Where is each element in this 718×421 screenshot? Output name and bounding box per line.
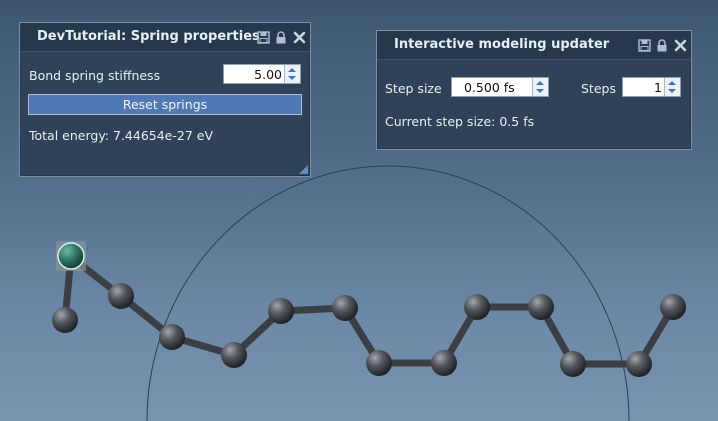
- modeling-updater-panel: Interactive modeling updater Step size 0…: [376, 30, 692, 150]
- step-size-spin-arrows[interactable]: [532, 78, 548, 96]
- atom: [528, 294, 554, 320]
- steps-label: Steps: [581, 81, 616, 96]
- atom: [560, 351, 586, 377]
- interaction-arc: [146, 165, 630, 421]
- spring-panel-title: DevTutorial: Spring properties: [37, 29, 260, 44]
- spring-properties-panel: DevTutorial: Spring properties Bond spri…: [19, 22, 311, 177]
- stiffness-spinbox[interactable]: 5.00: [223, 64, 301, 84]
- stiffness-value: 5.00: [254, 67, 282, 82]
- atom: [221, 342, 247, 368]
- steps-spinbox[interactable]: 1: [622, 77, 681, 97]
- steps-spin-arrows[interactable]: [664, 78, 680, 96]
- stiffness-label: Bond spring stiffness: [29, 68, 161, 83]
- spin-down-icon[interactable]: [668, 89, 676, 93]
- spin-up-icon[interactable]: [668, 81, 676, 85]
- bonds: [61, 253, 677, 368]
- close-icon[interactable]: [292, 30, 306, 44]
- atom: [159, 324, 185, 350]
- current-step-size-text: Current step size: 0.5 fs: [385, 114, 535, 129]
- selected-atom[interactable]: [56, 241, 86, 271]
- reset-springs-button[interactable]: Reset springs: [28, 94, 302, 115]
- spin-down-icon[interactable]: [288, 76, 296, 80]
- atom: [108, 283, 134, 309]
- updater-panel-title: Interactive modeling updater: [394, 37, 610, 52]
- step-size-label: Step size: [385, 81, 442, 96]
- step-size-value: 0.500 fs: [464, 80, 515, 95]
- stiffness-spin-arrows[interactable]: [284, 65, 300, 83]
- reset-springs-label: Reset springs: [122, 97, 208, 112]
- spring-panel-titlebar[interactable]: DevTutorial: Spring properties: [20, 23, 310, 52]
- steps-value: 1: [654, 80, 662, 95]
- atom: [626, 351, 652, 377]
- updater-panel-titlebar[interactable]: Interactive modeling updater: [377, 31, 691, 60]
- lock-icon[interactable]: [274, 30, 288, 44]
- save-icon[interactable]: [256, 30, 270, 44]
- atom: [366, 350, 392, 376]
- atom: [268, 298, 294, 324]
- atom: [52, 307, 78, 333]
- atom: [660, 294, 686, 320]
- step-size-spinbox[interactable]: 0.500 fs: [451, 77, 549, 97]
- atom: [431, 350, 457, 376]
- atom: [464, 294, 490, 320]
- spin-up-icon[interactable]: [288, 68, 296, 72]
- total-energy-text: Total energy: 7.44654e-27 eV: [29, 128, 214, 143]
- close-icon[interactable]: [673, 38, 687, 52]
- atom: [332, 295, 358, 321]
- resize-grip-icon[interactable]: [299, 165, 308, 174]
- spin-up-icon[interactable]: [536, 81, 544, 85]
- spin-down-icon[interactable]: [536, 89, 544, 93]
- save-icon[interactable]: [637, 38, 651, 52]
- lock-icon[interactable]: [655, 38, 669, 52]
